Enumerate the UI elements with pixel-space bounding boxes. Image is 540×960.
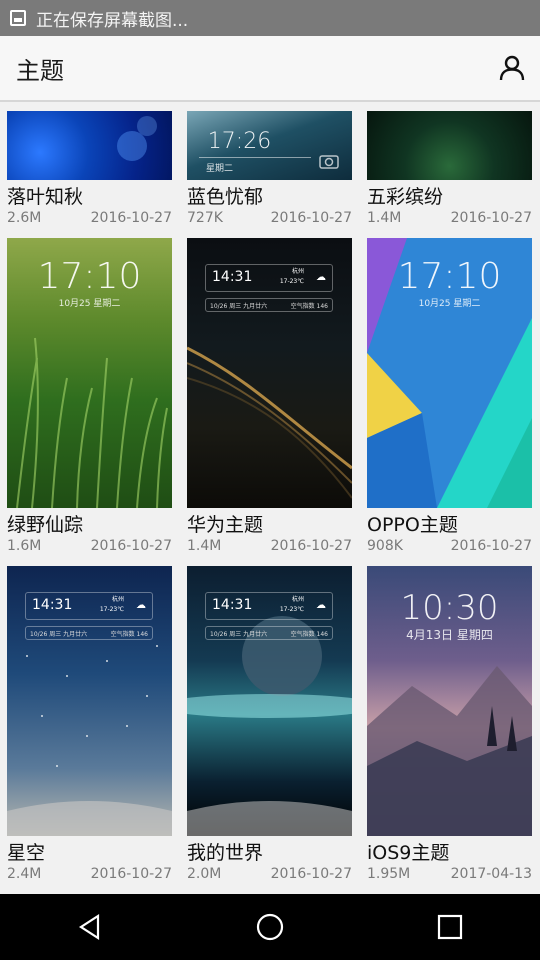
info-widget: 10/26 周三 九月廿六 空气指数 146: [205, 298, 333, 312]
weather-widget: 14:31 杭州 17-23℃ ☁: [205, 592, 333, 620]
status-bar: 正在保存屏幕截图...: [0, 0, 540, 36]
theme-name: iOS9主题: [367, 842, 450, 864]
theme-thumbnail: [367, 111, 532, 180]
theme-thumbnail: 17:10 10月25 星期二: [367, 238, 532, 508]
lock-date: 10月25 星期二: [58, 299, 121, 309]
theme-size: 908K: [367, 538, 403, 554]
theme-date: 2016-10-27: [270, 210, 352, 226]
theme-name: 华为主题: [187, 514, 264, 536]
lock-date: 星期二: [205, 164, 233, 174]
theme-thumbnail: 14:31 杭州 17-23℃ ☁ 10/26 周三 九月廿六 空气指数 146: [187, 566, 352, 836]
theme-name: 我的世界: [187, 842, 264, 864]
theme-meta: 908K 2016-10-27: [367, 538, 532, 554]
theme-meta: 1.4M 2016-10-27: [187, 538, 352, 554]
theme-date: 2016-10-27: [270, 538, 352, 554]
theme-size: 1.4M: [367, 210, 402, 226]
home-button[interactable]: [250, 907, 290, 947]
cloud-icon: ☁: [316, 272, 326, 283]
theme-date: 2016-10-27: [90, 866, 172, 882]
theme-meta: 2.4M 2016-10-27: [7, 866, 172, 882]
recents-icon: [437, 914, 463, 940]
theme-size: 1.95M: [367, 866, 411, 882]
theme-thumbnail: 14:31 杭州 17-23℃ ☁ 10/26 周三 九月廿六 空气指数 146: [7, 566, 172, 836]
theme-name: 五彩缤纷: [367, 186, 444, 208]
page-title: 主题: [16, 56, 64, 85]
theme-size: 2.6M: [7, 210, 42, 226]
profile-button[interactable]: [498, 54, 526, 82]
info-widget: 10/26 周三 九月廿六 空气指数 146: [25, 626, 153, 640]
lock-date: 4月13日 星期四: [406, 628, 493, 642]
theme-meta: 2.0M 2016-10-27: [187, 866, 352, 882]
theme-meta: 727K 2016-10-27: [187, 210, 352, 226]
theme-date: 2016-10-27: [450, 210, 532, 226]
navigation-bar: [0, 894, 540, 960]
lock-date: 10月25 星期二: [418, 299, 481, 309]
theme-meta: 2.6M 2016-10-27: [7, 210, 172, 226]
weather-widget: 14:31 杭州 17-23℃ ☁: [25, 592, 153, 620]
lock-clock: 10:30: [400, 588, 499, 628]
recents-button[interactable]: [430, 907, 470, 947]
theme-size: 727K: [187, 210, 223, 226]
theme-size: 2.4M: [7, 866, 42, 882]
lock-clock: 17:26: [207, 129, 272, 154]
theme-thumbnail: 10:30 4月13日 星期四: [367, 566, 532, 836]
theme-thumbnail: 14:31 杭州 17-23℃ ☁ 10/26 周三 九月廿六 空气指数 146: [187, 238, 352, 508]
theme-meta: 1.95M 2017-04-13: [367, 866, 532, 882]
theme-thumbnail: 17:26 星期二: [187, 111, 352, 180]
cloud-icon: ☁: [136, 600, 146, 611]
person-icon: [499, 55, 525, 81]
lock-clock: 17:10: [37, 256, 142, 297]
theme-size: 1.6M: [7, 538, 42, 554]
status-text: 正在保存屏幕截图...: [36, 10, 189, 31]
theme-size: 1.4M: [187, 538, 222, 554]
theme-thumbnail: [7, 111, 172, 180]
back-icon: [78, 913, 100, 941]
theme-date: 2016-10-27: [450, 538, 532, 554]
lock-clock: 17:10: [397, 256, 502, 297]
theme-date: 2017-04-13: [450, 866, 532, 882]
info-widget: 10/26 周三 九月廿六 空气指数 146: [205, 626, 333, 640]
back-button[interactable]: [70, 907, 110, 947]
theme-name: 星空: [7, 842, 46, 864]
weather-widget: 14:31 杭州 17-23℃ ☁: [205, 264, 333, 292]
theme-name: 绿野仙踪: [7, 514, 84, 536]
theme-size: 2.0M: [187, 866, 222, 882]
theme-grid: 落叶知秋 2.6M 2016-10-27 17:26 星期二 蓝色忧郁 727K…: [0, 104, 540, 894]
theme-date: 2016-10-27: [270, 866, 352, 882]
home-icon: [256, 913, 284, 941]
screenshot-icon: [10, 10, 26, 26]
theme-thumbnail: 17:10 10月25 星期二: [7, 238, 172, 508]
theme-name: 蓝色忧郁: [187, 186, 264, 208]
theme-date: 2016-10-27: [90, 210, 172, 226]
camera-icon: [319, 155, 339, 169]
app-header: 主题: [0, 36, 540, 102]
theme-meta: 1.4M 2016-10-27: [367, 210, 532, 226]
cloud-icon: ☁: [316, 600, 326, 611]
theme-name: 落叶知秋: [7, 186, 84, 208]
theme-meta: 1.6M 2016-10-27: [7, 538, 172, 554]
theme-name: OPPO主题: [367, 514, 458, 536]
theme-date: 2016-10-27: [90, 538, 172, 554]
